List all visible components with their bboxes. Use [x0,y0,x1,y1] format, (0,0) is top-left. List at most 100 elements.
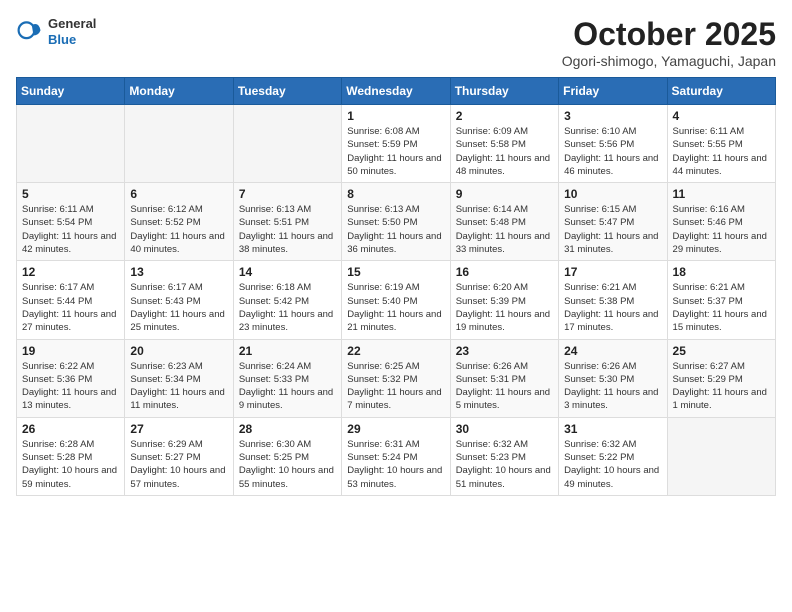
day-number: 17 [564,265,661,279]
day-number: 2 [456,109,553,123]
day-number: 18 [673,265,770,279]
calendar-cell: 24Sunrise: 6:26 AMSunset: 5:30 PMDayligh… [559,339,667,417]
day-info: Sunrise: 6:32 AMSunset: 5:22 PMDaylight:… [564,438,661,491]
calendar-cell: 20 Sunrise: 6:23 AMSunset: 5:34 PMDayligh… [125,339,233,417]
day-info: Sunrise: 6:30 AMSunset: 5:25 PMDaylight:… [239,438,336,491]
day-info: Sunrise: 6:22 AMSunset: 5:36 PMDaylight:… [22,360,119,413]
day-info: Sunrise: 6:31 AMSunset: 5:24 PMDaylight:… [347,438,444,491]
day-info: Sunrise: 6:27 AMSunset: 5:29 PMDaylight:… [673,360,770,413]
day-number: 10 [564,187,661,201]
day-number: 5 [22,187,119,201]
day-number: 27 [130,422,227,436]
day-info: Sunrise: 6:19 AMSunset: 5:40 PMDaylight:… [347,281,444,334]
calendar-week-row: 19 Sunrise: 6:22 AMSunset: 5:36 PMDayligh… [17,339,776,417]
day-number: 12 [22,265,119,279]
calendar-cell: 25Sunrise: 6:27 AMSunset: 5:29 PMDayligh… [667,339,775,417]
day-number: 28 [239,422,336,436]
weekday-header: Sunday [17,78,125,105]
day-info: Sunrise: 6:21 AMSunset: 5:37 PMDaylight:… [673,281,770,334]
day-info: Sunrise: 6:11 AMSunset: 5:54 PMDaylight:… [22,203,119,256]
day-number: 11 [673,187,770,201]
day-info: Sunrise: 6:26 AMSunset: 5:31 PMDaylight:… [456,360,553,413]
day-number: 22 [347,344,444,358]
calendar-cell: 8Sunrise: 6:13 AMSunset: 5:50 PMDaylight… [342,183,450,261]
day-info: Sunrise: 6:13 AMSunset: 5:51 PMDaylight:… [239,203,336,256]
calendar-cell: 30 Sunrise: 6:32 AMSunset: 5:23 PMDayligh… [450,417,558,495]
day-info: Sunrise: 6:29 AMSunset: 5:27 PMDaylight:… [130,438,227,491]
day-info: Sunrise: 6:25 AMSunset: 5:32 PMDaylight:… [347,360,444,413]
calendar-cell: 5 Sunrise: 6:11 AMSunset: 5:54 PMDaylight… [17,183,125,261]
day-number: 7 [239,187,336,201]
calendar-cell: 16Sunrise: 6:20 AMSunset: 5:39 PMDayligh… [450,261,558,339]
weekday-header: Friday [559,78,667,105]
calendar-week-row: 1 Sunrise: 6:08 AMSunset: 5:59 PMDaylight… [17,105,776,183]
calendar-cell: 23 Sunrise: 6:26 AMSunset: 5:31 PMDayligh… [450,339,558,417]
location: Ogori-shimogo, Yamaguchi, Japan [562,53,776,69]
weekday-header: Tuesday [233,78,341,105]
calendar-cell: 15 Sunrise: 6:19 AMSunset: 5:40 PMDayligh… [342,261,450,339]
calendar-cell [17,105,125,183]
day-info: Sunrise: 6:12 AMSunset: 5:52 PMDaylight:… [130,203,227,256]
calendar-cell: 2 Sunrise: 6:09 AMSunset: 5:58 PMDaylight… [450,105,558,183]
day-info: Sunrise: 6:14 AMSunset: 5:48 PMDaylight:… [456,203,553,256]
day-number: 3 [564,109,661,123]
month-title: October 2025 [562,16,776,53]
day-number: 21 [239,344,336,358]
calendar-cell: 26Sunrise: 6:28 AMSunset: 5:28 PMDayligh… [17,417,125,495]
day-number: 26 [22,422,119,436]
day-number: 23 [456,344,553,358]
day-info: Sunrise: 6:23 AMSunset: 5:34 PMDaylight:… [130,360,227,413]
day-info: Sunrise: 6:26 AMSunset: 5:30 PMDaylight:… [564,360,661,413]
calendar-cell: 9 Sunrise: 6:14 AMSunset: 5:48 PMDaylight… [450,183,558,261]
calendar-cell: 21 Sunrise: 6:24 AMSunset: 5:33 PMDayligh… [233,339,341,417]
weekday-header: Saturday [667,78,775,105]
calendar-cell [667,417,775,495]
page-header: General Blue October 2025 Ogori-shimogo,… [16,16,776,69]
title-area: October 2025 Ogori-shimogo, Yamaguchi, J… [562,16,776,69]
day-info: Sunrise: 6:32 AMSunset: 5:23 PMDaylight:… [456,438,553,491]
calendar-cell: 19 Sunrise: 6:22 AMSunset: 5:36 PMDayligh… [17,339,125,417]
calendar-cell: 7 Sunrise: 6:13 AMSunset: 5:51 PMDaylight… [233,183,341,261]
day-info: Sunrise: 6:15 AMSunset: 5:47 PMDaylight:… [564,203,661,256]
day-number: 30 [456,422,553,436]
day-number: 29 [347,422,444,436]
day-info: Sunrise: 6:18 AMSunset: 5:42 PMDaylight:… [239,281,336,334]
day-info: Sunrise: 6:08 AMSunset: 5:59 PMDaylight:… [347,125,444,178]
calendar-cell [233,105,341,183]
day-number: 14 [239,265,336,279]
day-info: Sunrise: 6:17 AMSunset: 5:44 PMDaylight:… [22,281,119,334]
calendar-cell: 12 Sunrise: 6:17 AMSunset: 5:44 PMDayligh… [17,261,125,339]
calendar-week-row: 26Sunrise: 6:28 AMSunset: 5:28 PMDayligh… [17,417,776,495]
day-number: 15 [347,265,444,279]
calendar-cell: 14 Sunrise: 6:18 AMSunset: 5:42 PMDayligh… [233,261,341,339]
calendar-table: SundayMondayTuesdayWednesdayThursdayFrid… [16,77,776,496]
day-info: Sunrise: 6:10 AMSunset: 5:56 PMDaylight:… [564,125,661,178]
day-number: 1 [347,109,444,123]
calendar-cell: 27 Sunrise: 6:29 AMSunset: 5:27 PMDayligh… [125,417,233,495]
logo: General Blue [16,16,96,47]
day-number: 20 [130,344,227,358]
day-number: 13 [130,265,227,279]
calendar-week-row: 5 Sunrise: 6:11 AMSunset: 5:54 PMDaylight… [17,183,776,261]
day-number: 8 [347,187,444,201]
calendar-cell: 29 Sunrise: 6:31 AMSunset: 5:24 PMDayligh… [342,417,450,495]
day-info: Sunrise: 6:24 AMSunset: 5:33 PMDaylight:… [239,360,336,413]
calendar-cell: 10 Sunrise: 6:15 AMSunset: 5:47 PMDayligh… [559,183,667,261]
day-number: 19 [22,344,119,358]
calendar-cell: 28 Sunrise: 6:30 AMSunset: 5:25 PMDayligh… [233,417,341,495]
calendar-cell: 1 Sunrise: 6:08 AMSunset: 5:59 PMDaylight… [342,105,450,183]
calendar-cell: 11Sunrise: 6:16 AMSunset: 5:46 PMDayligh… [667,183,775,261]
logo-text: General Blue [48,16,96,47]
weekday-header: Monday [125,78,233,105]
day-info: Sunrise: 6:09 AMSunset: 5:58 PMDaylight:… [456,125,553,178]
calendar-week-row: 12 Sunrise: 6:17 AMSunset: 5:44 PMDayligh… [17,261,776,339]
day-number: 6 [130,187,227,201]
day-number: 9 [456,187,553,201]
day-info: Sunrise: 6:11 AMSunset: 5:55 PMDaylight:… [673,125,770,178]
weekday-header: Wednesday [342,78,450,105]
logo-icon [16,18,44,46]
day-number: 4 [673,109,770,123]
calendar-cell [125,105,233,183]
day-info: Sunrise: 6:17 AMSunset: 5:43 PMDaylight:… [130,281,227,334]
calendar-cell: 6 Sunrise: 6:12 AMSunset: 5:52 PMDaylight… [125,183,233,261]
